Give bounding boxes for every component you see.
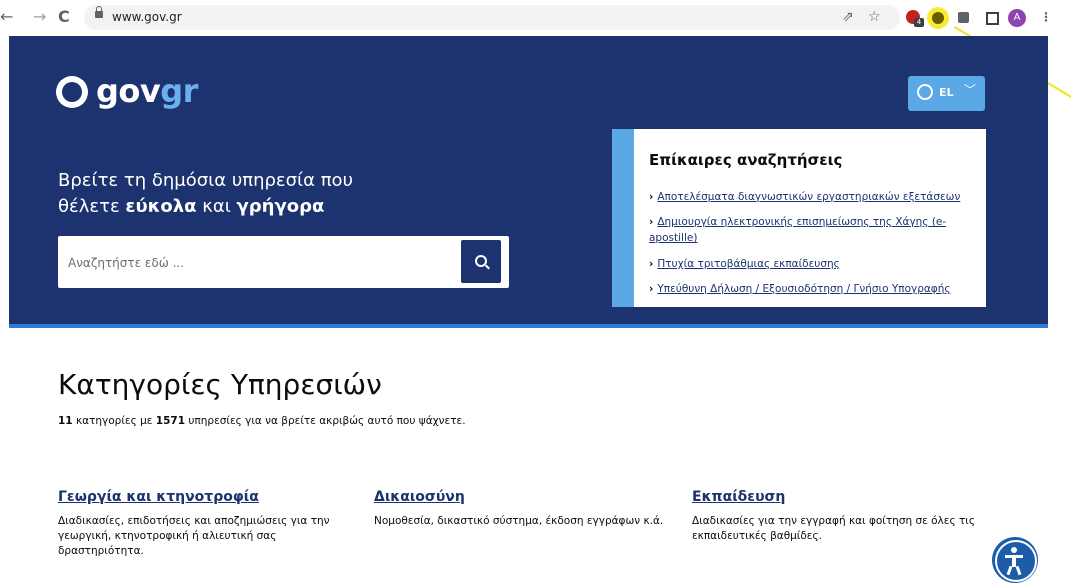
- category-title[interactable]: Εκπαίδευση: [692, 488, 982, 506]
- logo-gr: gr: [160, 72, 198, 110]
- accessibility-icon: [1011, 547, 1017, 553]
- globe-icon: [917, 84, 933, 100]
- search-input[interactable]: [66, 252, 450, 274]
- reload-button[interactable]: C: [58, 8, 70, 26]
- hero-line2-prefix: θέλετε: [58, 196, 126, 217]
- profile-avatar[interactable]: A: [1008, 9, 1026, 27]
- search-icon: [475, 255, 487, 267]
- hero-bold-easy: εύκολα: [125, 196, 197, 217]
- url-text[interactable]: www.gov.gr: [112, 10, 182, 24]
- category-title[interactable]: Δικαιοσύνη: [374, 488, 664, 506]
- categories-heading: Κατηγορίες Υπηρεσιών: [58, 368, 382, 401]
- share-icon[interactable]: ⇗: [842, 9, 854, 25]
- trending-link-text[interactable]: Δημιουργία ηλεκτρονικής επισημείωσης της…: [649, 216, 946, 244]
- hero-line2-mid: και: [196, 196, 237, 217]
- bookmark-star-icon[interactable]: ☆: [868, 9, 881, 25]
- category-title[interactable]: Γεωργία και κτηνοτροφία: [58, 488, 348, 506]
- categories-summary: 11 κατηγορίες με 1571 υπηρεσίες για να β…: [58, 414, 466, 428]
- hero-headline: Βρείτε τη δημόσια υπηρεσία που θέλετε εύ…: [58, 168, 438, 220]
- summary-end: υπηρεσίες για να βρείτε ακριβώς αυτό που…: [185, 415, 466, 427]
- forward-button[interactable]: →: [33, 8, 46, 26]
- chevron-right-icon: ›: [649, 258, 654, 270]
- category-card: Δικαιοσύνη Νομοθεσία, δικαστικό σύστημα,…: [374, 488, 664, 529]
- service-count: 1571: [155, 415, 186, 427]
- trending-title: Επίκαιρες αναζητήσεις: [649, 151, 843, 169]
- gov-seal-inner: [62, 82, 82, 102]
- logo-gov: gov: [96, 72, 161, 110]
- side-panel-icon[interactable]: [986, 12, 999, 25]
- browser-menu-icon[interactable]: ⋮: [1040, 10, 1052, 24]
- back-button[interactable]: ←: [0, 8, 13, 26]
- trending-accent-bar: [612, 129, 634, 307]
- extension-icon: [932, 12, 944, 24]
- category-description: Νομοθεσία, δικαστικό σύστημα, έκδοση εγγ…: [374, 515, 664, 527]
- summary-mid: κατηγορίες με: [72, 415, 156, 427]
- category-card: Γεωργία και κτηνοτροφία Διαδικασίες, επι…: [58, 488, 348, 559]
- hero-bold-fast: γρήγορα: [236, 196, 325, 217]
- chevron-right-icon: ›: [649, 216, 654, 228]
- extension-badge: 4: [914, 18, 924, 27]
- category-card: Εκπαίδευση Διαδικασίες για την εγγραφή κ…: [692, 488, 982, 544]
- trending-link-text[interactable]: Πτυχία τριτοβάθμιας εκπαίδευσης: [657, 258, 839, 270]
- lock-icon[interactable]: [95, 6, 103, 18]
- language-label: EL: [939, 86, 954, 99]
- trending-link[interactable]: › Δημιουργία ηλεκτρονικής επισημείωσης τη…: [649, 214, 984, 246]
- trending-link-text[interactable]: Υπεύθυνη Δήλωση / Εξουσιοδότηση / Γνήσιο…: [657, 283, 950, 295]
- chevron-right-icon: ›: [649, 191, 654, 203]
- extensions-puzzle-icon[interactable]: [958, 12, 969, 23]
- address-bar[interactable]: [84, 5, 900, 30]
- browser-toolbar: ← → C www.gov.gr ⇗ ☆ 4 A ⋮: [0, 0, 1071, 36]
- chevron-right-icon: ›: [649, 283, 654, 295]
- chevron-down-icon: ﹀: [964, 83, 977, 97]
- category-description: Διαδικασίες, επιδοτήσεις και αποζημιώσει…: [58, 515, 330, 557]
- category-description: Διαδικασίες για την εγγραφή και φοίτηση …: [692, 515, 975, 542]
- category-count: 11: [58, 415, 73, 427]
- gov-logo[interactable]: govgr: [96, 72, 198, 110]
- trending-link-text[interactable]: Αποτελέσματα διαγνωστικών εργαστηριακών …: [657, 191, 960, 203]
- hero-line1: Βρείτε τη δημόσια υπηρεσία που: [58, 170, 353, 191]
- hero-divider: [9, 324, 1048, 328]
- trending-link[interactable]: › Υπεύθυνη Δήλωση / Εξουσιοδότηση / Γνήσι…: [649, 281, 984, 297]
- trending-link[interactable]: › Αποτελέσματα διαγνωστικών εργαστηριακών…: [649, 189, 984, 205]
- accessibility-ring: [995, 540, 1037, 582]
- trending-link[interactable]: › Πτυχία τριτοβάθμιας εκπαίδευσης: [649, 256, 984, 272]
